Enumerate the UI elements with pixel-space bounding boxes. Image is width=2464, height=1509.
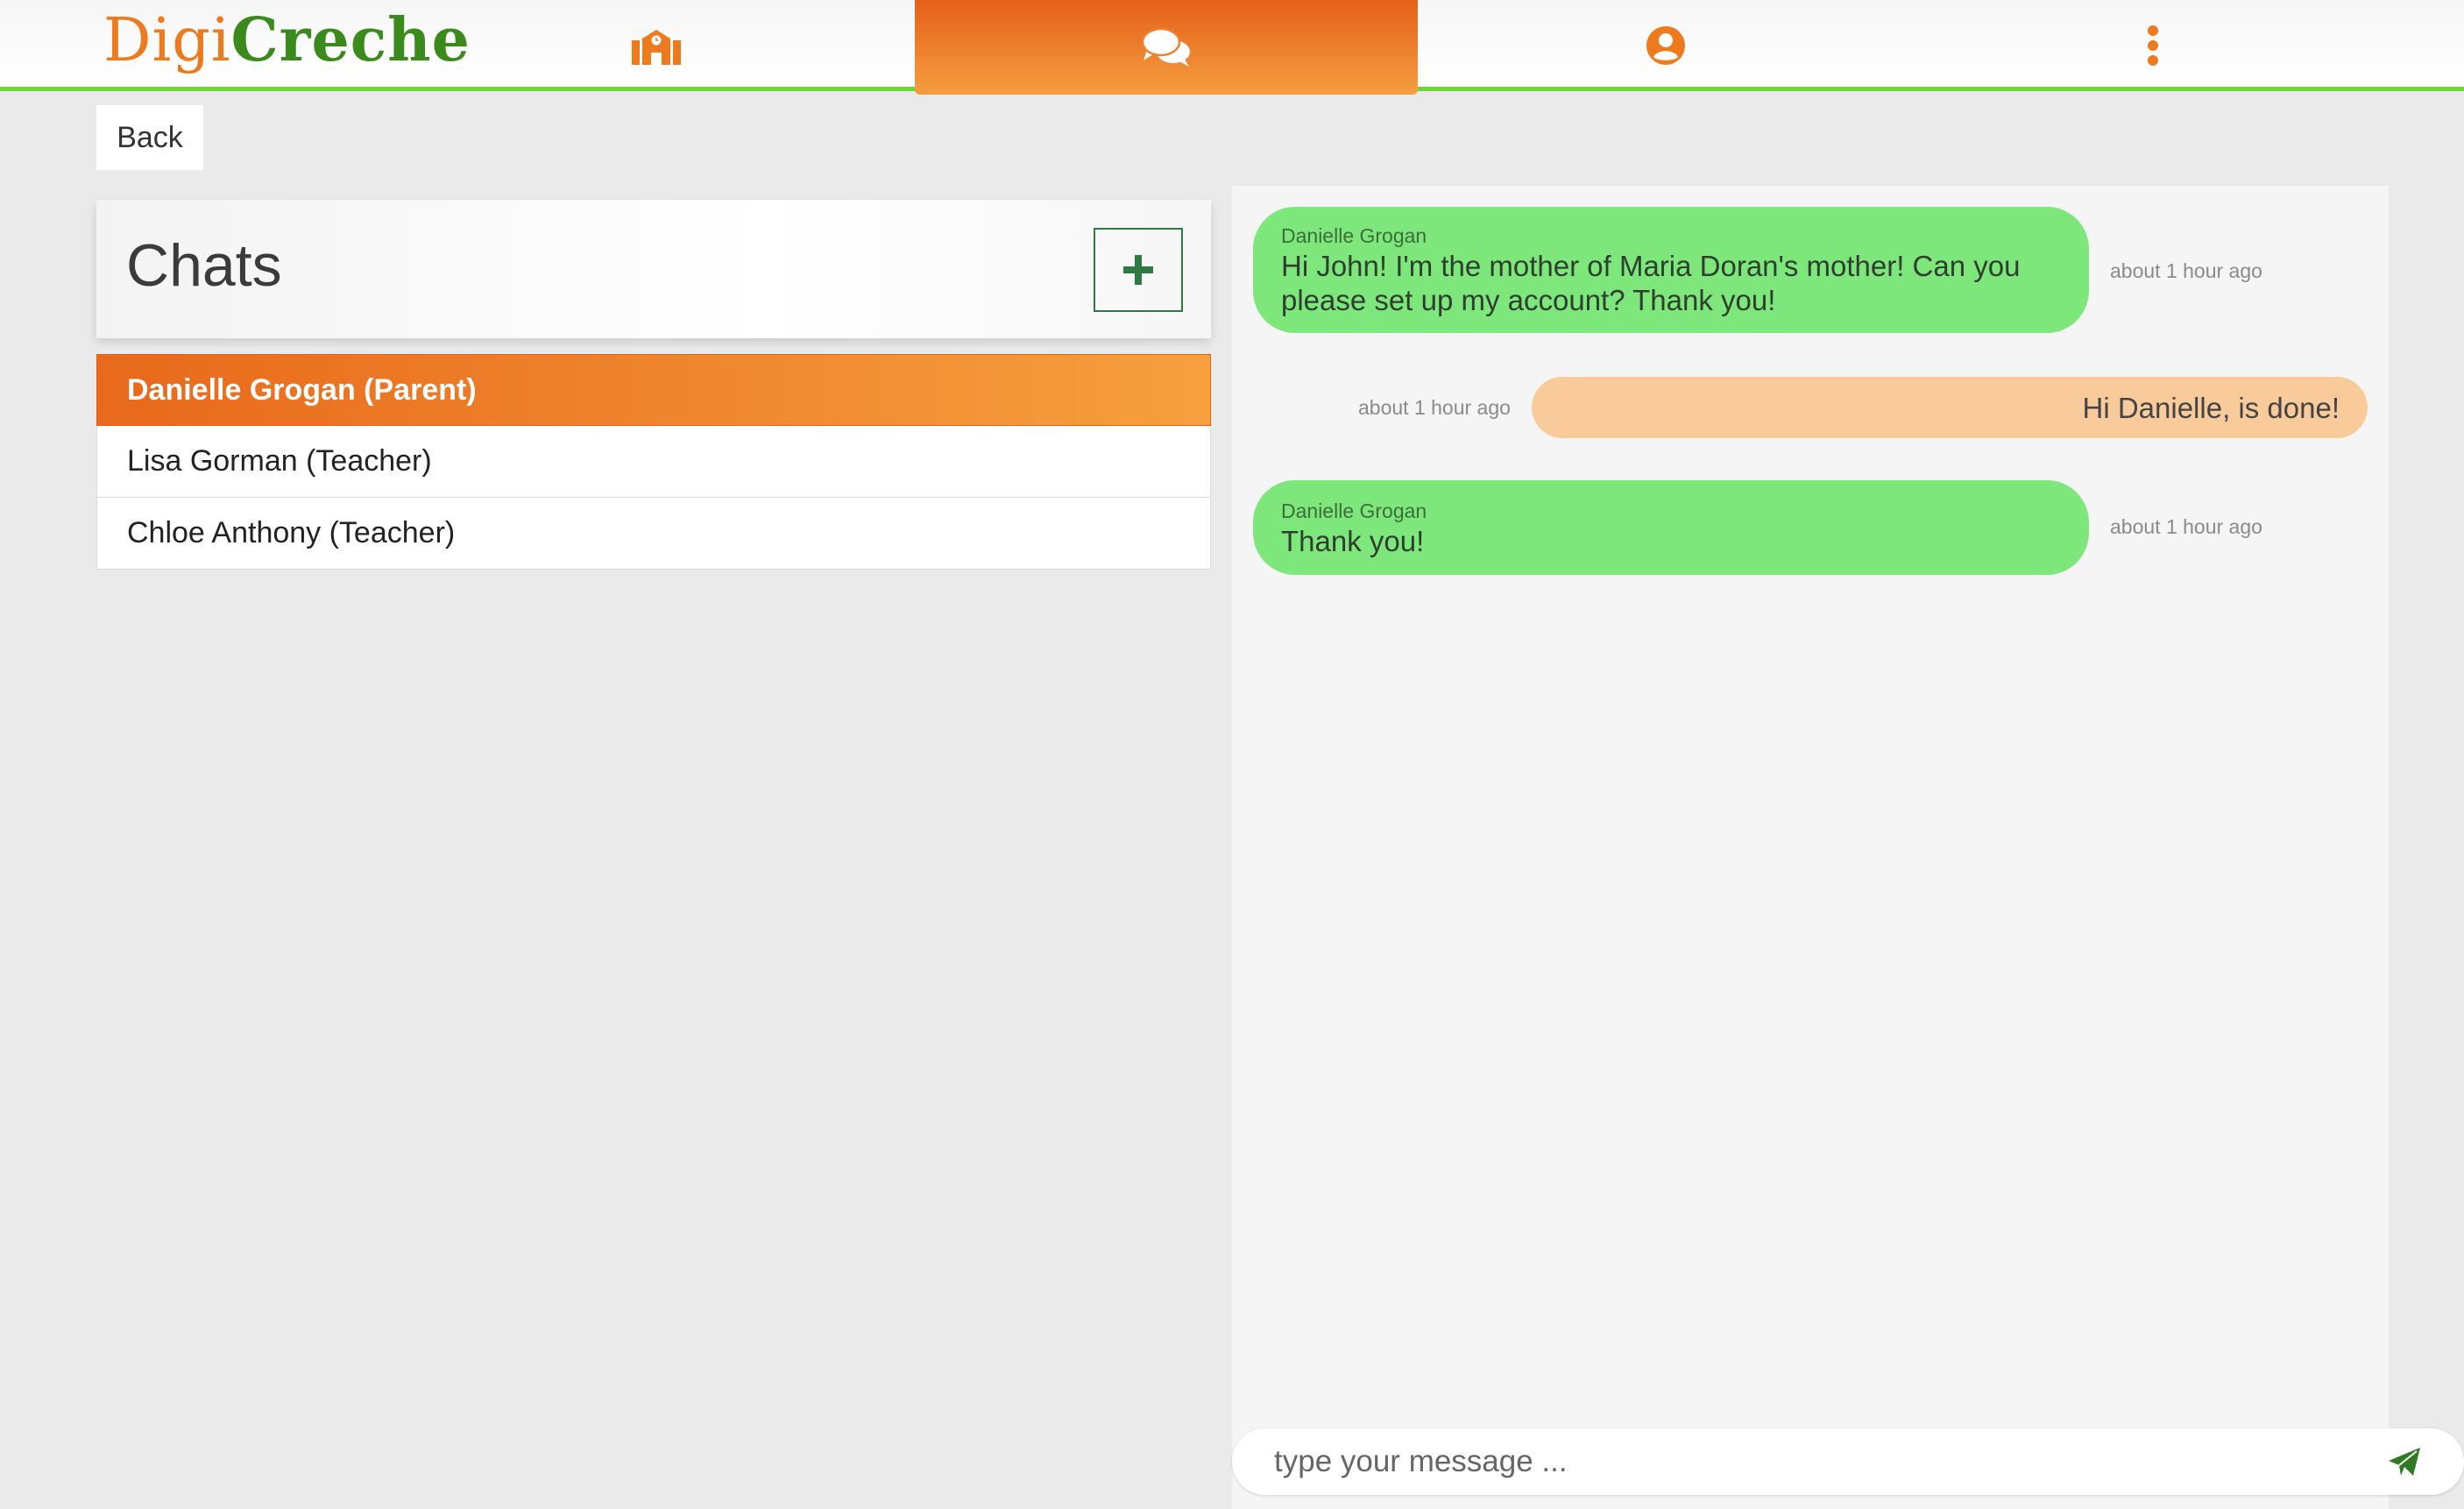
message-text: Hi John! I'm the mother of Maria Doran's… (1281, 250, 2021, 316)
message-bubble-outgoing: Hi Danielle, is done! (1532, 377, 2368, 438)
message-timestamp: about 1 hour ago (2110, 259, 2262, 282)
chats-title: Chats (126, 232, 282, 299)
chats-header: Chats (96, 200, 1211, 338)
message-input[interactable] (1274, 1435, 2326, 1488)
message-sender: Danielle Grogan (1281, 224, 1427, 247)
nav-tab-more[interactable] (1901, 0, 2404, 91)
nav-tab-chats[interactable] (915, 0, 1418, 95)
nav-tab-profile[interactable] (1414, 0, 1917, 91)
chat-list-item-chloe-anthony[interactable]: Chloe Anthony (Teacher) (96, 498, 1211, 570)
school-icon (632, 30, 681, 65)
conversation-panel[interactable]: Danielle Grogan Hi John! I'm the mother … (1232, 186, 2389, 1509)
message-sender: Danielle Grogan (1281, 499, 1427, 522)
message-timestamp: about 1 hour ago (1358, 396, 1511, 419)
message-text: Hi Danielle, is done! (2082, 391, 2340, 424)
message-bubble-incoming: Danielle Grogan Hi John! I'm the mother … (1253, 207, 2089, 333)
chat-bubbles-icon (1141, 27, 1190, 67)
chat-list: Danielle Grogan (Parent) Lisa Gorman (Te… (96, 354, 1211, 570)
chat-list-item-lisa-gorman[interactable]: Lisa Gorman (Teacher) (96, 426, 1211, 498)
message-text: Thank you! (1281, 524, 1425, 557)
send-button[interactable] (2380, 1437, 2429, 1486)
nav-tab-school[interactable] (405, 0, 908, 91)
logo-digi-text: Digi (103, 6, 231, 75)
send-icon (2389, 1448, 2420, 1476)
back-button[interactable]: Back (96, 105, 203, 170)
message-timestamp: about 1 hour ago (2110, 515, 2262, 538)
more-vertical-icon (2148, 25, 2158, 66)
chat-list-item-label: Chloe Anthony (Teacher) (127, 516, 456, 549)
chat-list-item-label: Lisa Gorman (Teacher) (127, 444, 432, 478)
plus-icon (1123, 255, 1153, 285)
chat-list-item-danielle-grogan[interactable]: Danielle Grogan (Parent) (96, 354, 1211, 426)
chat-list-item-label: Danielle Grogan (Parent) (127, 372, 477, 407)
message-composer (1232, 1428, 2464, 1495)
user-circle-icon (1646, 26, 1685, 65)
add-chat-button[interactable] (1094, 228, 1183, 312)
message-bubble-incoming: Danielle Grogan Thank you! (1253, 480, 2089, 575)
top-navbar: DigiCreche (0, 0, 2464, 95)
